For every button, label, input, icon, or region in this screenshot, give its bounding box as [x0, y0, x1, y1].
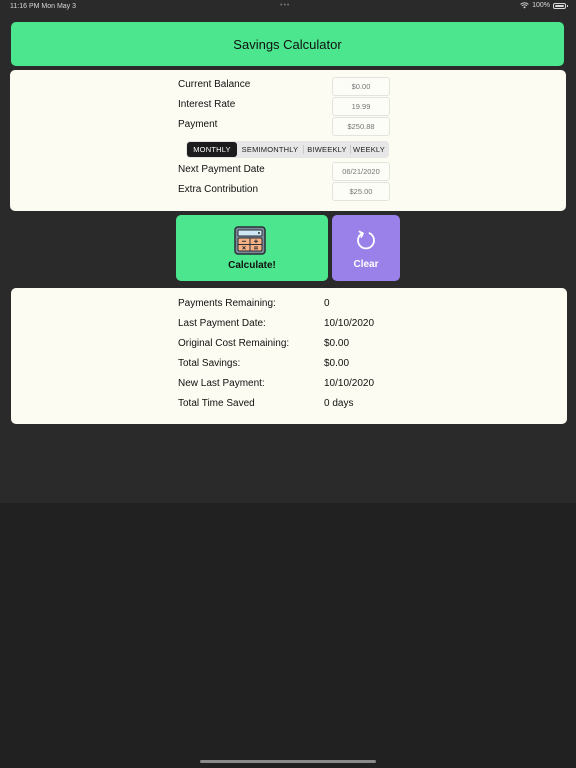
- calculator-icon: [234, 226, 266, 255]
- new-last-payment-label: New Last Payment:: [178, 378, 265, 389]
- segment-biweekly[interactable]: BIWEEKLY: [304, 142, 350, 157]
- last-payment-date-label: Last Payment Date:: [178, 318, 266, 329]
- total-savings-label: Total Savings:: [178, 358, 241, 369]
- segment-semimonthly[interactable]: SEMIMONTHLY: [237, 142, 303, 157]
- battery-icon: [553, 2, 568, 9]
- status-right: 100%: [520, 2, 568, 9]
- payment-input[interactable]: [332, 117, 390, 136]
- result-row: Total Savings: $0.00: [178, 358, 438, 374]
- page-title: Savings Calculator: [233, 36, 342, 52]
- result-row: New Last Payment: 10/10/2020: [178, 378, 438, 394]
- interest-rate-label: Interest Rate: [178, 99, 236, 110]
- result-row: Payments Remaining: 0: [178, 298, 438, 314]
- result-row: Last Payment Date: 10/10/2020: [178, 318, 438, 334]
- result-row: Total Time Saved 0 days: [178, 398, 438, 414]
- calculate-button[interactable]: Calculate!: [176, 215, 328, 281]
- last-payment-date-value: 10/10/2020: [324, 318, 375, 329]
- extra-contribution-label: Extra Contribution: [178, 184, 259, 195]
- battery-percent: 100%: [532, 2, 550, 9]
- status-bar: 11:16 PM Mon May 3 ••• 100%: [0, 0, 576, 14]
- interest-rate-input[interactable]: [332, 97, 390, 116]
- interest-rate-row: Interest Rate: [178, 97, 390, 117]
- reset-arrow-icon: [357, 230, 375, 250]
- current-balance-input[interactable]: [332, 77, 390, 96]
- payment-row: Payment: [178, 117, 390, 137]
- payments-remaining-label: Payments Remaining:: [178, 298, 276, 309]
- status-time: 11:16 PM Mon May 3: [10, 3, 77, 10]
- app-header: Savings Calculator: [11, 22, 564, 66]
- calculate-label: Calculate!: [228, 260, 276, 271]
- wifi-icon: [520, 2, 529, 9]
- clear-label: Clear: [353, 259, 379, 270]
- multitasking-dots-icon[interactable]: •••: [280, 2, 290, 9]
- total-savings-value: $0.00: [324, 358, 350, 369]
- original-cost-remaining-value: $0.00: [324, 338, 350, 349]
- total-time-saved-label: Total Time Saved: [178, 398, 255, 409]
- new-last-payment-value: 10/10/2020: [324, 378, 375, 389]
- payment-label: Payment: [178, 119, 218, 130]
- next-payment-date-label: Next Payment Date: [178, 164, 265, 175]
- payment-frequency-segmented-control: MONTHLY SEMIMONTHLY BIWEEKLY WEEKLY: [186, 141, 389, 158]
- current-balance-label: Current Balance: [178, 79, 251, 90]
- extra-contribution-row: Extra Contribution: [178, 182, 390, 202]
- extra-contribution-input[interactable]: [332, 182, 390, 201]
- total-time-saved-value: 0 days: [324, 398, 354, 409]
- original-cost-remaining-label: Original Cost Remaining:: [178, 338, 290, 349]
- next-payment-date-input[interactable]: [332, 162, 390, 181]
- payments-remaining-value: 0: [324, 298, 330, 309]
- current-balance-row: Current Balance: [178, 77, 390, 97]
- clear-button[interactable]: Clear: [332, 215, 400, 281]
- next-payment-date-row: Next Payment Date: [178, 162, 390, 182]
- segment-weekly[interactable]: WEEKLY: [351, 142, 387, 157]
- home-indicator[interactable]: [200, 760, 376, 763]
- result-row: Original Cost Remaining: $0.00: [178, 338, 438, 354]
- segment-monthly[interactable]: MONTHLY: [187, 142, 237, 157]
